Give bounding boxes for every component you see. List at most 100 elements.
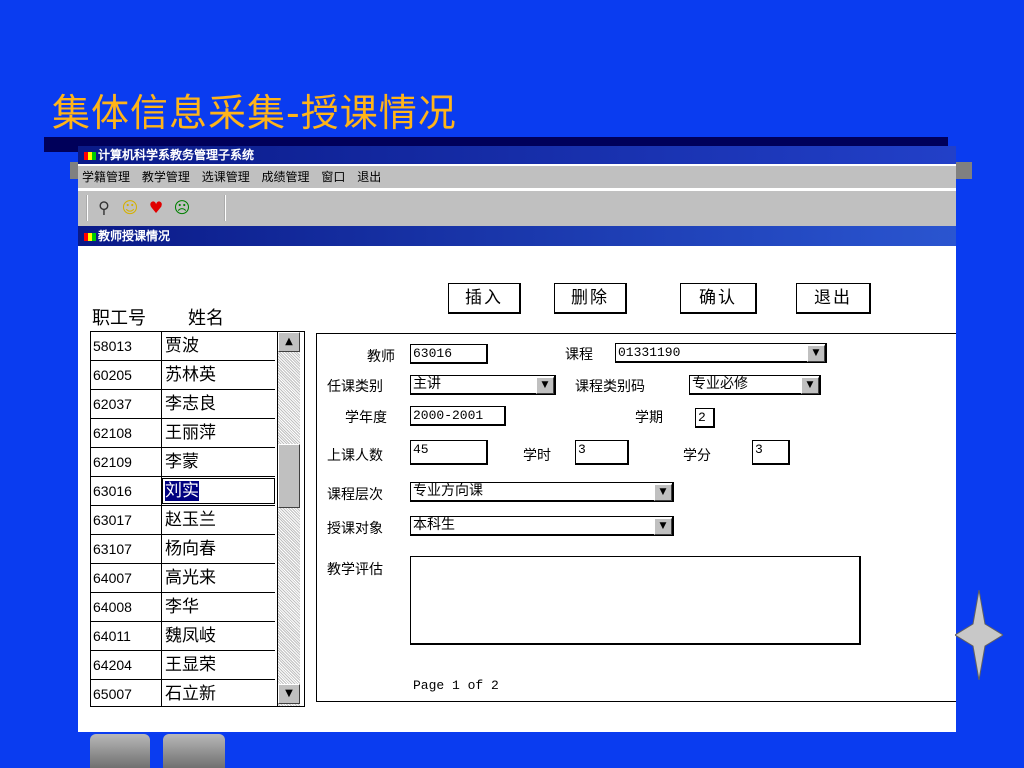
form-icon (84, 232, 96, 241)
course-dropdown-icon[interactable]: ▼ (807, 345, 825, 362)
list-item-name: 李华 (165, 597, 199, 617)
list-item[interactable]: 64008 李华 (91, 593, 275, 622)
course-type-code-select[interactable]: 专业必修 ▼ (689, 375, 821, 395)
list-item-id: 64011 (93, 622, 162, 650)
menu-exit[interactable]: 退出 (357, 170, 381, 184)
list-item[interactable]: 63107 杨向春 (91, 535, 275, 564)
audience-label: 授课对象 (327, 521, 383, 537)
form-titlebar: 教师授课情况 (78, 226, 956, 246)
list-scrollbar[interactable]: ▲ ▼ (277, 332, 300, 706)
confirm-button[interactable]: 确认 (680, 283, 757, 314)
role-label: 任课类别 (327, 379, 383, 395)
app-icon (84, 151, 96, 160)
scroll-thumb[interactable] (278, 444, 300, 508)
list-item-id: 65007 (93, 680, 162, 706)
list-item-name: 赵玉兰 (165, 510, 216, 530)
menu-student-records[interactable]: 学籍管理 (82, 170, 130, 184)
decorative-tab-left (90, 734, 150, 768)
evaluation-textarea[interactable] (410, 556, 861, 645)
term-field[interactable]: 2 (695, 408, 715, 428)
list-item[interactable]: 58013 贾波 (91, 332, 275, 361)
menu-teaching[interactable]: 教学管理 (142, 170, 190, 184)
list-item[interactable]: 64011 魏凤岐 (91, 622, 275, 651)
column-header-name: 姓名 (188, 308, 224, 329)
list-item[interactable]: 62037 李志良 (91, 390, 275, 419)
credits-field[interactable]: 3 (752, 440, 790, 465)
scroll-up-icon[interactable]: ▲ (278, 332, 300, 352)
list-item-name: 苏林英 (165, 365, 216, 385)
list-item[interactable]: 63017 赵玉兰 (91, 506, 275, 535)
menu-grades[interactable]: 成绩管理 (262, 170, 310, 184)
students-field[interactable]: 45 (410, 440, 488, 465)
audience-select[interactable]: 本科生 ▼ (410, 516, 674, 536)
course-value: 01331190 (618, 345, 681, 360)
list-item-name: 贾波 (165, 336, 199, 356)
list-item-id: 63016 (93, 477, 162, 505)
list-item-name: 杨向春 (165, 539, 216, 559)
teacher-list[interactable]: 58013 贾波 60205 苏林英 62037 李志良 62108 王丽萍 62109… (90, 331, 305, 707)
course-type-code-value: 专业必修 (692, 376, 748, 392)
menu-bar: 学籍管理 教学管理 选课管理 成绩管理 窗口 退出 (78, 166, 956, 188)
star-icon (955, 590, 1003, 680)
hours-label: 学时 (523, 448, 551, 464)
form-title: 教师授课情况 (98, 229, 171, 243)
credits-label: 学分 (683, 448, 711, 464)
teacher-field[interactable]: 63016 (410, 344, 488, 364)
slide-title: 集体信息采集-授课情况 (52, 91, 457, 135)
search-person-icon[interactable]: ⚲ (94, 198, 114, 218)
list-item-name: 李志良 (165, 394, 216, 414)
course-field[interactable]: 01331190 ▼ (615, 343, 827, 363)
students-label: 上课人数 (327, 448, 383, 464)
evaluation-label: 教学评估 (327, 562, 383, 578)
term-label: 学期 (635, 410, 663, 426)
app-titlebar: 计算机科学系教务管理子系统 (78, 146, 956, 164)
scroll-down-icon[interactable]: ▼ (278, 684, 300, 704)
list-item[interactable]: 60205 苏林英 (91, 361, 275, 390)
decorative-tab-right (163, 734, 225, 768)
list-item-id: 64008 (93, 593, 162, 621)
list-item[interactable]: 64204 王显荣 (91, 651, 275, 680)
list-item-id: 58013 (93, 332, 162, 360)
list-item[interactable]: 65007 石立新 (91, 680, 275, 706)
menu-course-selection[interactable]: 选课管理 (202, 170, 250, 184)
toolbar: ⚲ ☺ ♥ ☹ (78, 190, 956, 227)
list-item-name: 王显荣 (165, 655, 216, 675)
list-item[interactable]: 62109 李蒙 (91, 448, 275, 477)
list-item-name: 高光来 (165, 568, 216, 588)
detail-panel: 教师 63016 课程 01331190 ▼ 任课类别 主讲 ▼ 课程类别码 专业必… (316, 333, 956, 702)
heart-icon[interactable]: ♥ (146, 198, 166, 218)
course-label: 课程 (565, 347, 593, 363)
delete-button[interactable]: 删除 (554, 283, 627, 314)
list-item[interactable]: 62108 王丽萍 (91, 419, 275, 448)
list-item-name: 李蒙 (165, 452, 199, 472)
audience-dropdown-icon[interactable]: ▼ (654, 518, 672, 535)
smiley-icon[interactable]: ☺ (120, 198, 140, 218)
role-value: 主讲 (413, 376, 441, 392)
audience-value: 本科生 (413, 517, 455, 533)
sad-face-icon[interactable]: ☹ (172, 198, 192, 218)
course-type-dropdown-icon[interactable]: ▼ (801, 377, 819, 394)
role-dropdown-icon[interactable]: ▼ (536, 377, 554, 394)
hours-field[interactable]: 3 (575, 440, 629, 465)
course-type-code-label: 课程类别码 (575, 379, 645, 395)
list-item[interactable]: 64007 高光来 (91, 564, 275, 593)
teacher-label: 教师 (367, 349, 395, 365)
level-label: 课程层次 (327, 487, 383, 503)
exit-button[interactable]: 退出 (796, 283, 871, 314)
role-select[interactable]: 主讲 ▼ (410, 375, 556, 395)
menu-window[interactable]: 窗口 (321, 170, 345, 184)
column-header-id: 职工号 (92, 308, 146, 329)
list-item-id: 62108 (93, 419, 162, 447)
list-item-name: 王丽萍 (165, 423, 216, 443)
app-title: 计算机科学系教务管理子系统 (98, 148, 255, 162)
level-dropdown-icon[interactable]: ▼ (654, 484, 672, 501)
list-item-id: 64204 (93, 651, 162, 679)
list-item-selected[interactable]: 63016 刘实 (91, 477, 275, 506)
list-item-id: 64007 (93, 564, 162, 592)
level-select[interactable]: 专业方向课 ▼ (410, 482, 674, 502)
insert-button[interactable]: 插入 (448, 283, 521, 314)
list-item-name: 魏凤岐 (165, 626, 216, 646)
toolbar-group: ⚲ ☺ ♥ ☹ (86, 195, 226, 221)
decorative-block-right (956, 162, 972, 179)
school-year-field[interactable]: 2000-2001 (410, 406, 506, 426)
